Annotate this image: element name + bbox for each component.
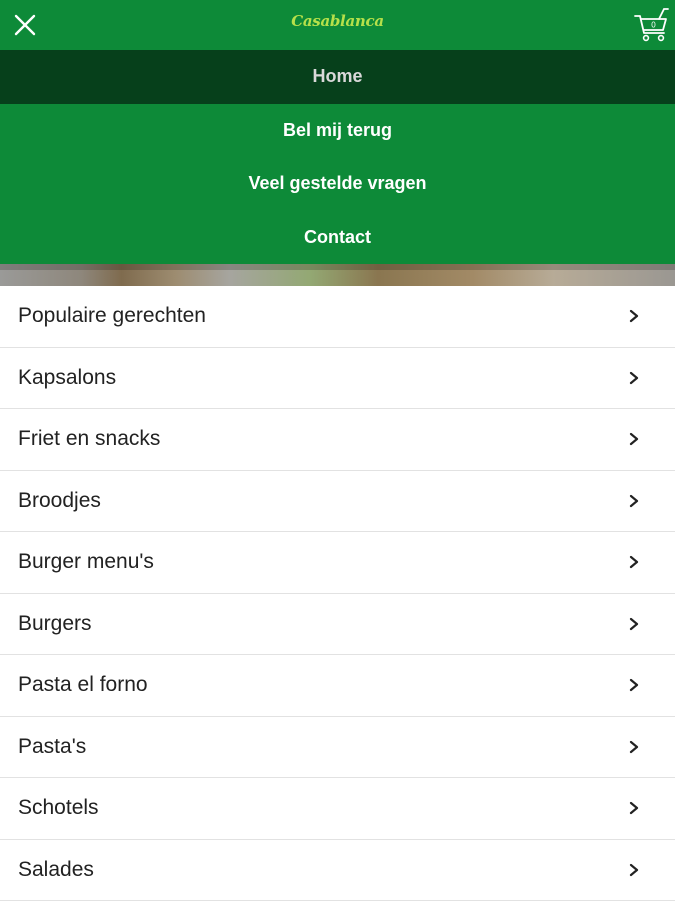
menu-item-bel-mij-terug[interactable]: Bel mij terug xyxy=(0,104,675,158)
nav-menu: Home Bel mij terug Veel gestelde vragen … xyxy=(0,50,675,264)
menu-item-home[interactable]: Home xyxy=(0,50,675,104)
category-label: Salades xyxy=(0,858,94,882)
category-label: Pasta's xyxy=(0,735,86,759)
category-row-friet-en-snacks[interactable]: Friet en snacks xyxy=(0,409,675,471)
chevron-right-icon xyxy=(627,555,641,569)
chevron-right-icon xyxy=(627,371,641,385)
category-row-pasta-el-forno[interactable]: Pasta el forno xyxy=(0,655,675,717)
chevron-right-icon xyxy=(627,863,641,877)
chevron-right-icon xyxy=(627,678,641,692)
menu-item-contact[interactable]: Contact xyxy=(0,211,675,265)
menu-item-veel-gestelde-vragen[interactable]: Veel gestelde vragen xyxy=(0,157,675,211)
chevron-right-icon xyxy=(627,432,641,446)
category-label: Populaire gerechten xyxy=(0,304,206,328)
category-row-kapsalons[interactable]: Kapsalons xyxy=(0,348,675,410)
chevron-right-icon xyxy=(627,740,641,754)
cart-button[interactable]: 0 xyxy=(633,6,671,44)
category-label: Friet en snacks xyxy=(0,427,160,451)
category-row-pastas[interactable]: Pasta's xyxy=(0,717,675,779)
chevron-right-icon xyxy=(627,617,641,631)
category-label: Burgers xyxy=(0,612,92,636)
category-row-burger-menus[interactable]: Burger menu's xyxy=(0,532,675,594)
category-list: Populaire gerechten Kapsalons Friet en s… xyxy=(0,286,675,901)
category-row-schotels[interactable]: Schotels xyxy=(0,778,675,840)
category-row-burgers[interactable]: Burgers xyxy=(0,594,675,656)
cart-count: 0 xyxy=(651,21,656,30)
app-header: Casablanca 0 xyxy=(0,0,675,50)
hero-image-shade xyxy=(0,264,675,270)
category-label: Burger menu's xyxy=(0,550,154,574)
category-row-broodjes[interactable]: Broodjes xyxy=(0,471,675,533)
chevron-right-icon xyxy=(627,309,641,323)
category-row-salades[interactable]: Salades xyxy=(0,840,675,901)
chevron-right-icon xyxy=(627,801,641,815)
cart-icon: 0 xyxy=(633,6,671,44)
category-label: Schotels xyxy=(0,796,99,820)
category-label: Pasta el forno xyxy=(0,673,148,697)
chevron-right-icon xyxy=(627,494,641,508)
category-label: Broodjes xyxy=(0,489,101,513)
brand-logo[interactable]: Casablanca xyxy=(0,12,675,30)
category-label: Kapsalons xyxy=(0,366,116,390)
category-row-populaire-gerechten[interactable]: Populaire gerechten xyxy=(0,286,675,348)
hero-image xyxy=(0,264,675,286)
